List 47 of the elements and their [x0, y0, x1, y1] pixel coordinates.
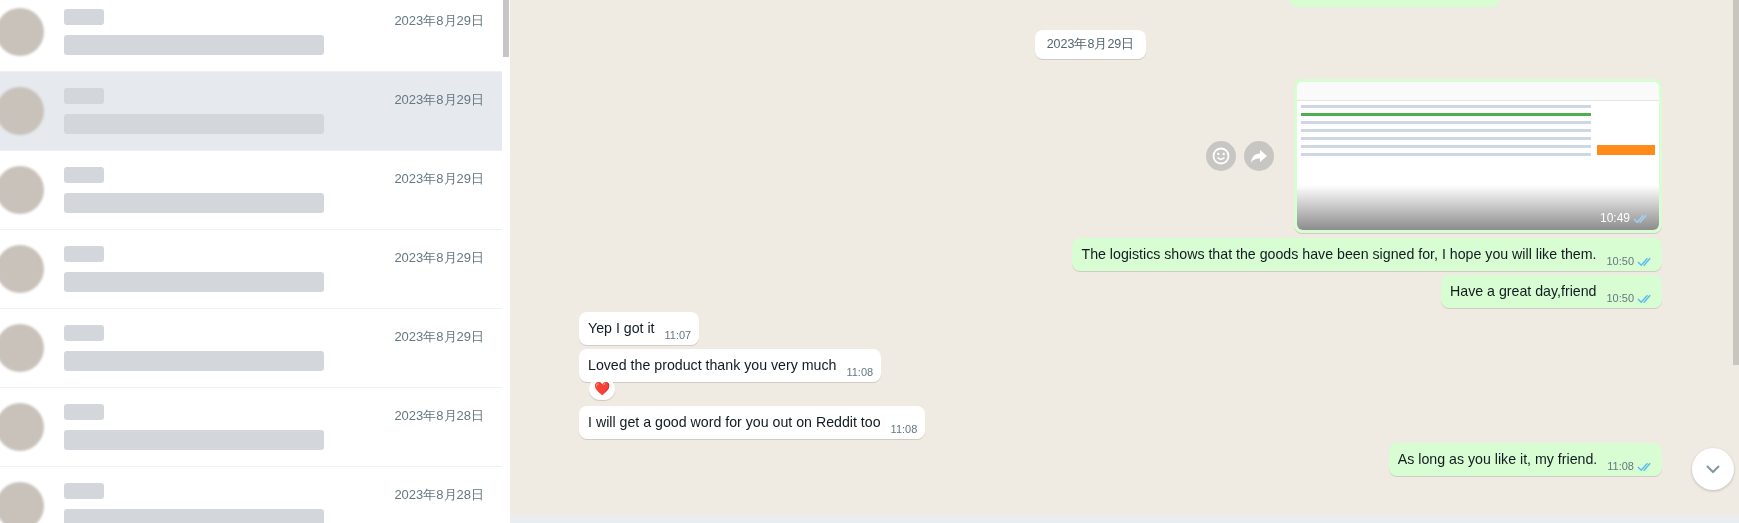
message-time: 10:50 — [1606, 255, 1634, 267]
avatar-placeholder — [0, 324, 44, 372]
message-text: As long as you like it, my friend. — [1397, 450, 1598, 469]
chat-list-item[interactable]: 2023年8月29日 — [0, 309, 502, 388]
redacted-name — [64, 246, 104, 262]
message-time: 11:07 — [664, 329, 692, 341]
message-time: 11:08 — [846, 366, 874, 378]
chat-date: 2023年8月29日 — [394, 170, 484, 188]
scrollbar-thumb[interactable] — [1733, 0, 1739, 365]
forward-icon[interactable] — [1244, 141, 1274, 171]
chat-list-item[interactable]: 2023年8月28日 — [0, 388, 502, 467]
message-text: Have a great day,friend — [1450, 282, 1597, 301]
scroll-down-button[interactable] — [1692, 448, 1734, 490]
redacted-name — [64, 325, 104, 341]
message-text: Loved the product thank you very much — [588, 356, 837, 375]
message-time: 10:50 — [1606, 292, 1634, 304]
chat-date: 2023年8月29日 — [394, 12, 484, 30]
avatar-placeholder — [0, 245, 44, 293]
redacted-name — [64, 167, 104, 183]
chat-date: 2023年8月28日 — [394, 407, 484, 425]
scrollbar-thumb[interactable] — [503, 0, 509, 57]
chat-list-item[interactable]: 2023年8月29日 — [0, 151, 502, 230]
chat-list-item[interactable]: 2023年8月29日 — [0, 230, 502, 309]
avatar-placeholder — [0, 87, 44, 135]
chat-date: 2023年8月29日 — [394, 249, 484, 267]
message-text: I will get a good word for you out on Reddit too — [588, 413, 881, 432]
chat-date: 2023年8月28日 — [394, 486, 484, 504]
message-time: 10:49 — [1599, 211, 1630, 225]
redacted-name — [64, 483, 104, 499]
reaction-badge[interactable]: ❤ — [589, 378, 615, 400]
message-time: 11:08 — [1607, 460, 1634, 472]
redacted-name — [64, 404, 104, 420]
message-time: 11:08 — [890, 423, 918, 435]
message-text: Yep I got it — [588, 319, 655, 338]
chat-date: 2023年8月29日 — [394, 91, 484, 109]
avatar-placeholder — [0, 482, 44, 523]
emoji-icon[interactable] — [1206, 141, 1236, 171]
redacted-name — [64, 9, 104, 25]
chat-date: 2023年8月29日 — [394, 328, 484, 346]
message-text: The logistics shows that the goods have been signed for, I hope you will like them. — [1081, 245, 1597, 264]
chat-list-item[interactable]: 2023年8月29日 — [0, 0, 502, 72]
avatar-placeholder — [0, 403, 44, 451]
date-divider: 2023年8月29日 — [1034, 30, 1147, 59]
avatar-placeholder — [0, 166, 44, 214]
avatar-placeholder — [0, 8, 44, 56]
chat-list-item[interactable]: 2023年8月29日 — [0, 72, 502, 151]
chat-list-item[interactable]: 2023年8月28日 — [0, 467, 502, 523]
